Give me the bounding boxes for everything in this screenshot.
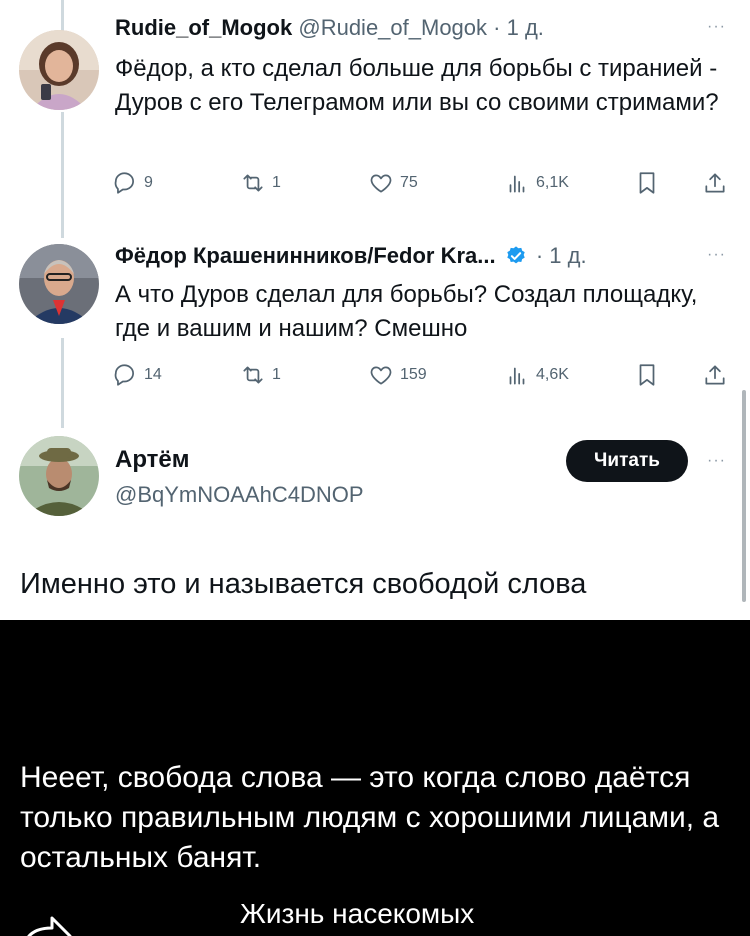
bookmark-button[interactable] bbox=[634, 362, 660, 388]
more-options-icon[interactable]: ··· bbox=[707, 246, 726, 264]
author-name[interactable]: Фёдор Крашенинников/Fedor Kra... bbox=[115, 243, 496, 268]
avatar[interactable] bbox=[19, 30, 99, 110]
views-icon bbox=[509, 367, 525, 385]
like-count: 159 bbox=[400, 366, 427, 383]
tweet-header: Фёдор Крашенинников/Fedor Kra... · 1 д. bbox=[115, 242, 587, 270]
like-count: 75 bbox=[400, 174, 418, 191]
repost-button[interactable]: 1 bbox=[240, 362, 281, 388]
follow-button[interactable]: Читать bbox=[566, 440, 688, 482]
meme-caption-panel: Нееет, свобода слова — это когда слово д… bbox=[0, 620, 750, 936]
tweet-header: Rudie_of_Mogok @Rudie_of_Mogok · 1 д. bbox=[115, 14, 544, 42]
reply-count: 9 bbox=[144, 174, 153, 191]
channel-name[interactable]: Жизнь насекомых bbox=[240, 898, 474, 930]
forward-arrow-icon[interactable] bbox=[18, 910, 74, 936]
timestamp[interactable]: · 1 д. bbox=[493, 15, 544, 40]
avatar[interactable] bbox=[19, 244, 99, 324]
avatar[interactable] bbox=[19, 436, 99, 516]
scrollbar[interactable] bbox=[742, 390, 746, 602]
author-handle[interactable]: @BqYmNOAAhC4DNOP bbox=[115, 482, 364, 508]
author-name[interactable]: Артём bbox=[115, 446, 190, 474]
bookmark-icon bbox=[639, 364, 655, 386]
more-options-icon[interactable]: ··· bbox=[707, 18, 726, 36]
verified-badge-icon bbox=[507, 246, 525, 264]
author-handle[interactable]: @Rudie_of_Mogok bbox=[298, 15, 487, 40]
bookmark-icon bbox=[639, 172, 655, 194]
tweet-text: А что Дуров сделал для борьбы? Создал пл… bbox=[115, 281, 698, 342]
repost-count: 1 bbox=[272, 174, 281, 191]
share-button[interactable] bbox=[702, 170, 728, 196]
tweet-text: Именно это и называется свободой слова bbox=[20, 568, 587, 600]
reply-button[interactable]: 14 bbox=[112, 362, 162, 388]
caption-text: Нееет, свобода слова — это когда слово д… bbox=[20, 761, 720, 874]
repost-icon bbox=[243, 174, 263, 192]
share-icon bbox=[705, 365, 725, 385]
views-button[interactable]: 4,6K bbox=[504, 362, 569, 388]
views-icon bbox=[509, 175, 525, 193]
repost-count: 1 bbox=[272, 366, 281, 383]
author-name[interactable]: Rudie_of_Mogok bbox=[115, 15, 292, 40]
views-count: 6,1K bbox=[536, 174, 569, 191]
share-icon bbox=[705, 173, 725, 193]
tweet-rudie[interactable]: Rudie_of_Mogok @Rudie_of_Mogok · 1 д. ··… bbox=[0, 0, 750, 230]
more-options-icon[interactable]: ··· bbox=[707, 452, 726, 470]
like-icon bbox=[370, 174, 392, 193]
reply-count: 14 bbox=[144, 366, 162, 383]
like-button[interactable]: 75 bbox=[368, 170, 418, 196]
repost-button[interactable]: 1 bbox=[240, 170, 281, 196]
views-count: 4,6K bbox=[536, 366, 569, 383]
reply-icon bbox=[114, 172, 134, 194]
views-button[interactable]: 6,1K bbox=[504, 170, 569, 196]
tweet-actions: 14 1 159 4,6K bbox=[112, 362, 732, 392]
like-button[interactable]: 159 bbox=[368, 362, 427, 388]
like-icon bbox=[370, 366, 392, 385]
reply-icon bbox=[114, 364, 134, 386]
tweet-text: Фёдор, а кто сделал больше для борьбы с … bbox=[115, 55, 719, 116]
repost-icon bbox=[243, 366, 263, 384]
tweet-thread-screenshot: Rudie_of_Mogok @Rudie_of_Mogok · 1 д. ··… bbox=[0, 0, 750, 620]
bookmark-button[interactable] bbox=[634, 170, 660, 196]
tweet-actions: 9 1 75 6,1K bbox=[112, 170, 732, 200]
tweet-fedor[interactable]: Фёдор Крашенинников/Fedor Kra... · 1 д. … bbox=[0, 230, 750, 430]
timestamp[interactable]: · 1 д. bbox=[536, 243, 587, 268]
share-button[interactable] bbox=[702, 362, 728, 388]
reply-button[interactable]: 9 bbox=[112, 170, 153, 196]
